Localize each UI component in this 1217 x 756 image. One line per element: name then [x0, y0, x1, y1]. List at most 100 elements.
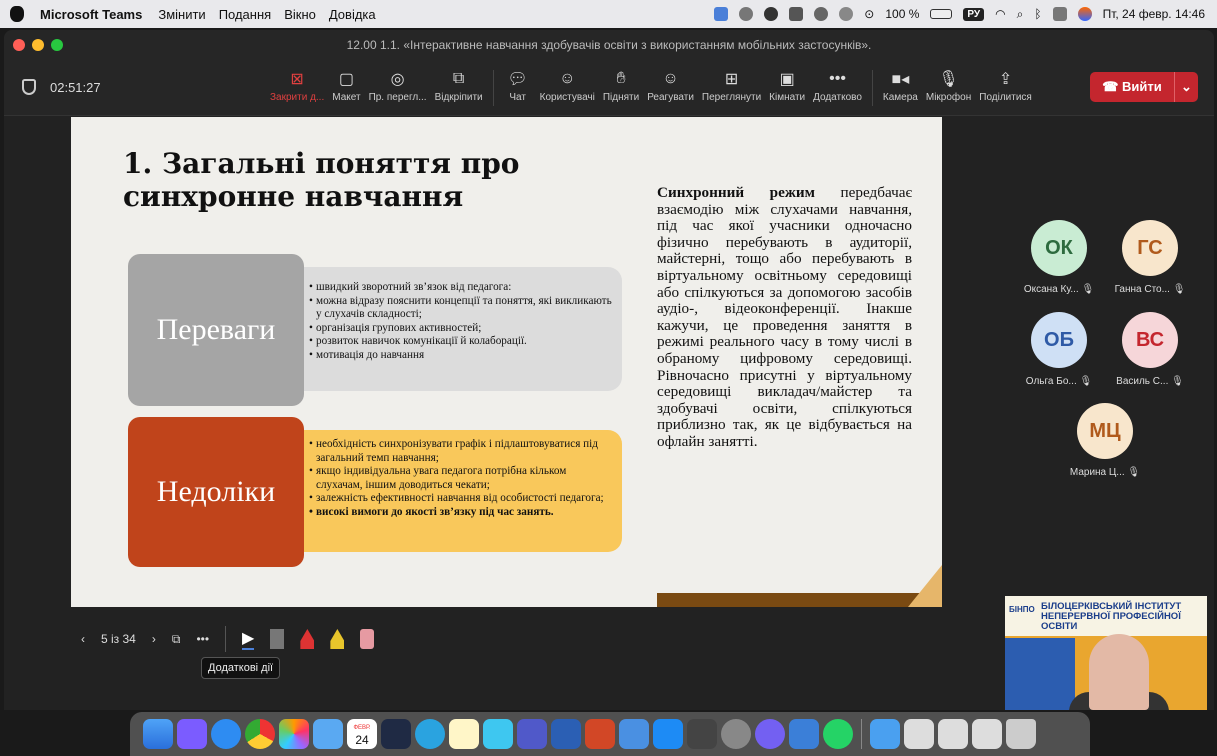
slides-grid-icon[interactable]: ⧉ — [172, 632, 181, 647]
disadvantage-item: якщо індивідуальна увага педагога потріб… — [309, 465, 614, 492]
zoom-window-button[interactable] — [51, 39, 63, 51]
disadvantage-item: необхідність синхронізувати графік і під… — [309, 438, 614, 465]
editor-icon[interactable] — [619, 719, 649, 749]
siri-icon[interactable] — [1077, 7, 1092, 21]
stop-sharing-button[interactable]: ⊠ Закрити д... — [270, 66, 324, 106]
prev-slide-icon[interactable]: ‹ — [81, 632, 85, 646]
term-bold: Синхронний режим — [657, 184, 815, 201]
people-button[interactable]: ☺ Користувачі — [540, 66, 595, 106]
wifi-icon[interactable]: ◠ — [995, 7, 1005, 21]
mic-button[interactable]: 🎙︎ Мікрофон — [926, 66, 971, 106]
next-slide-icon[interactable]: › — [152, 632, 156, 646]
calculator-icon[interactable] — [687, 719, 717, 749]
clock[interactable]: Пт, 24 февр. 14:46 — [1103, 7, 1205, 21]
settings-icon[interactable] — [721, 719, 751, 749]
chevron-down-icon[interactable]: ⌄ — [1174, 72, 1198, 102]
rooms-icon: ▣ — [779, 71, 795, 88]
menu-window[interactable]: Вікно — [284, 7, 316, 22]
more-actions-icon[interactable]: ••• — [196, 632, 209, 646]
mic-muted-icon: 🎙︎ — [1079, 376, 1093, 387]
control-center-icon[interactable] — [1052, 7, 1067, 21]
participant-name: Василь С... 🎙︎ — [1109, 376, 1191, 387]
app-icon[interactable] — [381, 719, 411, 749]
page-indicator: 5 із 34 — [101, 632, 136, 646]
toolbar-divider — [871, 70, 873, 106]
share-button[interactable]: ⇪ Поділитися — [979, 66, 1032, 106]
pink-eraser-icon[interactable] — [360, 629, 375, 649]
calendar-icon[interactable]: ФЕВР. 24 — [347, 719, 377, 749]
appstore-a-icon[interactable] — [653, 719, 683, 749]
participant-name: Ганна Сто... 🎙︎ — [1109, 284, 1191, 295]
participant-tile[interactable]: ГС Ганна Сто... 🎙︎ — [1109, 220, 1191, 295]
preview-button[interactable]: ◎ Пр. перегл... — [369, 66, 427, 106]
teams-icon[interactable] — [517, 719, 547, 749]
people-label: Користувачі — [539, 92, 595, 103]
menu-view[interactable]: Подання — [219, 7, 272, 22]
app-status-icon[interactable] — [764, 7, 779, 21]
highlighter-icon[interactable] — [330, 629, 345, 649]
status-area: ⊙ 100 % РУ ◠ ⌕ ᛒ Пт, 24 февр. 14:46 — [714, 0, 1205, 28]
mic-muted-icon: 🎙︎ — [1171, 376, 1184, 387]
shield-status-icon[interactable] — [739, 7, 754, 21]
share-label: Поділитися — [979, 92, 1032, 103]
photos-icon[interactable] — [279, 719, 309, 749]
bluetooth-icon[interactable]: ᛒ — [1034, 7, 1041, 21]
play-status-icon[interactable]: ⊙ — [864, 7, 874, 21]
preview-app-icon[interactable] — [789, 719, 819, 749]
apple-icon[interactable] — [10, 6, 24, 22]
battery-icon[interactable] — [930, 9, 953, 19]
participant-tile[interactable]: ОБ Ольга Бо... 🎙︎ — [1018, 312, 1100, 387]
eraser-tool-icon[interactable] — [270, 629, 285, 649]
layout-button[interactable]: ▢ Макет — [332, 66, 360, 106]
participant-tile[interactable]: МЦ Марина Ц... 🎙︎ — [1064, 403, 1146, 478]
viber-status-icon[interactable] — [814, 7, 829, 21]
minimize-window-button[interactable] — [32, 39, 44, 51]
telegram-icon[interactable] — [415, 719, 445, 749]
rooms-button[interactable]: ▣ Кімнати — [769, 66, 805, 106]
launchpad-icon[interactable] — [177, 719, 207, 749]
menu-help[interactable]: Довідка — [329, 7, 376, 22]
input-source[interactable]: РУ — [963, 7, 985, 21]
pointer-tool-icon[interactable]: ▶ — [242, 628, 255, 650]
react-label: Реагувати — [647, 92, 694, 103]
view-button[interactable]: ⊞ Переглянути — [702, 66, 761, 106]
close-window-button[interactable] — [13, 39, 25, 51]
red-pen-icon[interactable] — [300, 629, 315, 649]
raise-hand-button[interactable]: ✋︎ Підняти — [603, 66, 639, 106]
advantages-box: швидкий зворотний зв’язок від педагога: … — [295, 267, 622, 391]
participant-tile[interactable]: ВС Василь С... 🎙︎ — [1109, 312, 1191, 387]
presenter-video[interactable]: БІНПО БІЛОЦЕРКІВСЬКИЙ ІНСТИТУТ НЕПЕРЕРВН… — [1005, 596, 1207, 710]
zoom-status-icon[interactable] — [714, 7, 729, 21]
search-icon[interactable]: ⌕ — [1017, 7, 1024, 22]
finder-icon[interactable] — [143, 719, 173, 749]
safari-icon[interactable] — [211, 719, 241, 749]
calendar-day: 24 — [355, 733, 369, 747]
whatsapp-icon[interactable] — [823, 719, 853, 749]
trash-icon[interactable] — [1006, 719, 1036, 749]
powerpoint-icon[interactable] — [585, 719, 615, 749]
camera-button[interactable]: ■◂ Камера — [883, 66, 918, 106]
word-icon[interactable] — [551, 719, 581, 749]
app-store-icon[interactable] — [483, 719, 513, 749]
mail-icon[interactable] — [313, 719, 343, 749]
leave-button[interactable]: ☎ Вийти ⌄ — [1090, 72, 1198, 102]
more-button[interactable]: ••• Додатково — [813, 66, 862, 106]
window-thumb-icon[interactable] — [972, 719, 1002, 749]
window-thumb-icon[interactable] — [904, 719, 934, 749]
dropbox-icon[interactable] — [789, 7, 804, 21]
avatar: ВС — [1122, 312, 1178, 368]
participant-tile[interactable]: ОК Оксана Ку... 🎙︎ — [1018, 220, 1100, 295]
divider — [225, 626, 227, 652]
app-menu[interactable]: Microsoft Teams — [40, 7, 142, 22]
window-thumb-icon[interactable] — [938, 719, 968, 749]
more-label: Додатково — [813, 92, 862, 103]
cloud-status-icon[interactable] — [839, 7, 854, 21]
folder-icon[interactable] — [870, 719, 900, 749]
viber-icon[interactable] — [755, 719, 785, 749]
react-button[interactable]: ☺ Реагувати — [647, 66, 694, 106]
notes-icon[interactable] — [449, 719, 479, 749]
chat-button[interactable]: 💬︎ Чат — [504, 66, 532, 106]
menu-edit[interactable]: Змінити — [158, 7, 205, 22]
chrome-icon[interactable] — [245, 719, 275, 749]
popout-button[interactable]: ⧉ Відкріпити — [435, 66, 483, 106]
